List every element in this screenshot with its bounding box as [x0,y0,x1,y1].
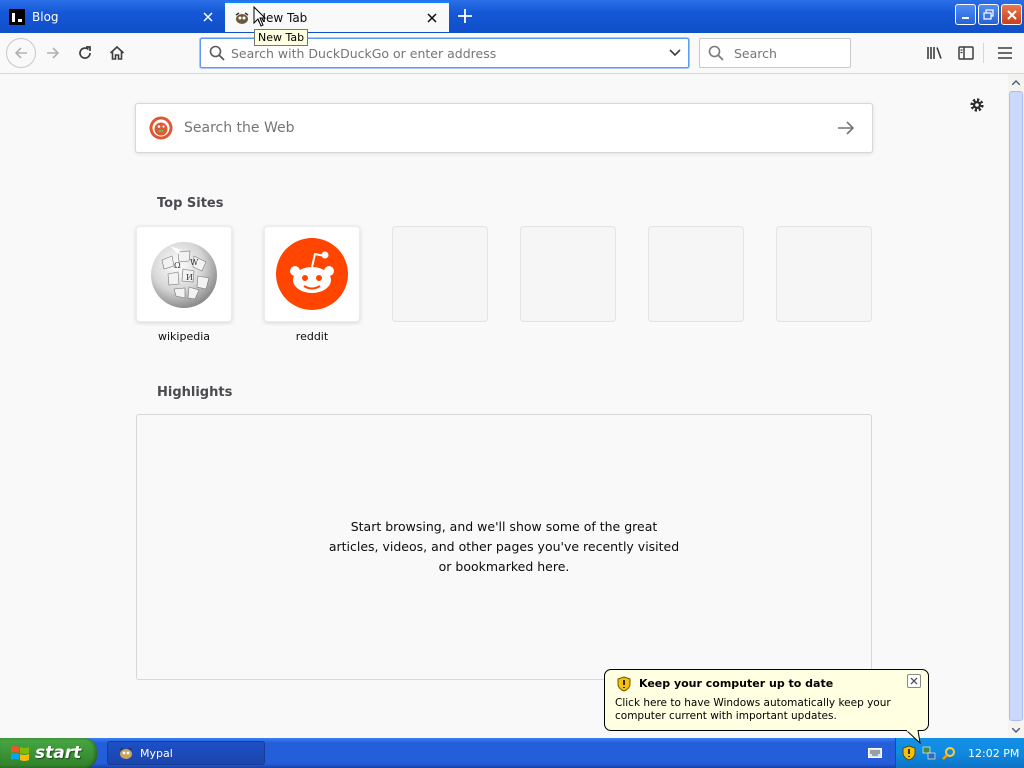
close-icon [1006,9,1017,20]
svg-text:И: И [186,273,193,282]
windows-flag-icon [11,746,29,761]
home-button[interactable] [103,39,131,67]
update-notification-balloon[interactable]: Keep your computer up to date Click here… [604,669,929,731]
svg-text:W: W [190,258,199,267]
security-shield-icon [617,676,631,692]
minimize-icon [961,16,969,19]
back-button[interactable] [6,38,36,68]
minimize-button[interactable] [955,4,976,25]
tab-tooltip: New Tab [254,29,309,46]
blog-favicon-icon [9,8,25,25]
search-submit-button[interactable] [834,116,858,140]
top-site-tile-reddit[interactable] [264,226,360,322]
duckduckgo-logo-icon [149,116,173,140]
taskbar-item-label: Mypal [140,746,173,760]
taskbar-clock[interactable]: 12:02 PM [968,747,1019,760]
mouse-cursor-icon [253,6,267,27]
network-tray-icon[interactable] [922,746,936,760]
search-icon [209,45,225,61]
close-tab-icon[interactable] [200,9,216,25]
menu-button[interactable] [991,39,1019,67]
chevron-up-icon [1012,79,1020,85]
url-dropdown-button[interactable] [662,40,688,66]
highlights-panel: Start browsing, and we'll show some of t… [136,414,872,680]
scroll-up-button[interactable] [1008,74,1024,90]
scrollbar-thumb[interactable] [1009,91,1023,721]
gear-icon [970,98,984,112]
top-site-placeholder [776,226,872,322]
svg-text:Ω: Ω [174,261,181,270]
web-search-box[interactable] [135,103,873,153]
top-site-tile-wikipedia[interactable]: Ω W И [136,226,232,322]
search-bar[interactable] [699,38,851,68]
security-shield-tray-icon[interactable] [902,745,916,761]
new-tab-button[interactable] [452,5,478,27]
restore-button[interactable] [978,4,999,25]
tab-blog[interactable]: Blog [0,1,225,32]
close-icon [910,677,918,685]
balloon-pointer [906,730,921,744]
back-arrow-icon [14,47,27,59]
address-input[interactable] [231,45,662,61]
navigation-toolbar [0,33,1024,74]
wikipedia-globe-icon: Ω W И [151,242,217,308]
vertical-scrollbar[interactable] [1008,74,1024,738]
new-tab-page: Top Sites Ω W И wikipedia reddit High [0,74,1008,738]
close-window-button[interactable] [1001,4,1022,25]
search-input[interactable] [732,44,850,62]
top-sites-title: Top Sites [157,196,224,211]
highlights-empty-message: Start browsing, and we'll show some of t… [328,519,680,574]
highlights-title: Highlights [157,385,233,400]
top-site-placeholder [392,226,488,322]
search-icon [708,45,724,61]
top-site-label: wikipedia [157,330,210,343]
start-button[interactable]: start [0,738,97,768]
reload-button[interactable] [71,39,99,67]
tab-strip: Blog New Tab [0,0,1024,33]
arrow-right-icon [838,121,855,135]
chevron-down-icon [1012,727,1020,733]
home-icon [109,45,125,60]
tab-label: Blog [32,9,59,24]
customize-button[interactable] [966,94,988,116]
sidebar-icon [958,46,974,60]
toolbar-separator [983,43,984,63]
scroll-down-button[interactable] [1008,722,1024,738]
balloon-message[interactable]: Click here to have Windows automatically… [615,697,920,723]
web-search-input[interactable] [182,119,834,137]
tab-label: New Tab [257,10,308,25]
top-site-label: reddit [295,330,329,343]
top-site-placeholder [520,226,616,322]
hamburger-menu-icon [998,47,1012,59]
plus-icon [458,9,472,23]
taskbar-item-mypal[interactable]: Mypal [107,741,265,765]
search-tray-icon[interactable] [942,746,956,760]
restore-icon [983,9,994,20]
forward-arrow-icon [47,47,60,59]
sidebar-button[interactable] [952,39,980,67]
top-site-placeholder [648,226,744,322]
chevron-down-icon [669,49,681,57]
library-button[interactable] [921,39,949,67]
mypal-favicon-icon [235,11,249,24]
balloon-title: Keep your computer up to date [639,677,834,690]
close-tab-icon[interactable] [424,10,440,26]
forward-button[interactable] [39,39,67,67]
start-label: start [35,743,82,763]
balloon-close-button[interactable] [907,674,921,688]
taskbar: start Mypal 12:02 PM [0,738,1024,768]
library-icon [927,47,942,59]
reddit-alien-icon [276,238,348,310]
reload-icon [79,46,91,59]
keyboard-icon[interactable] [868,747,882,759]
mypal-app-icon [119,747,133,759]
